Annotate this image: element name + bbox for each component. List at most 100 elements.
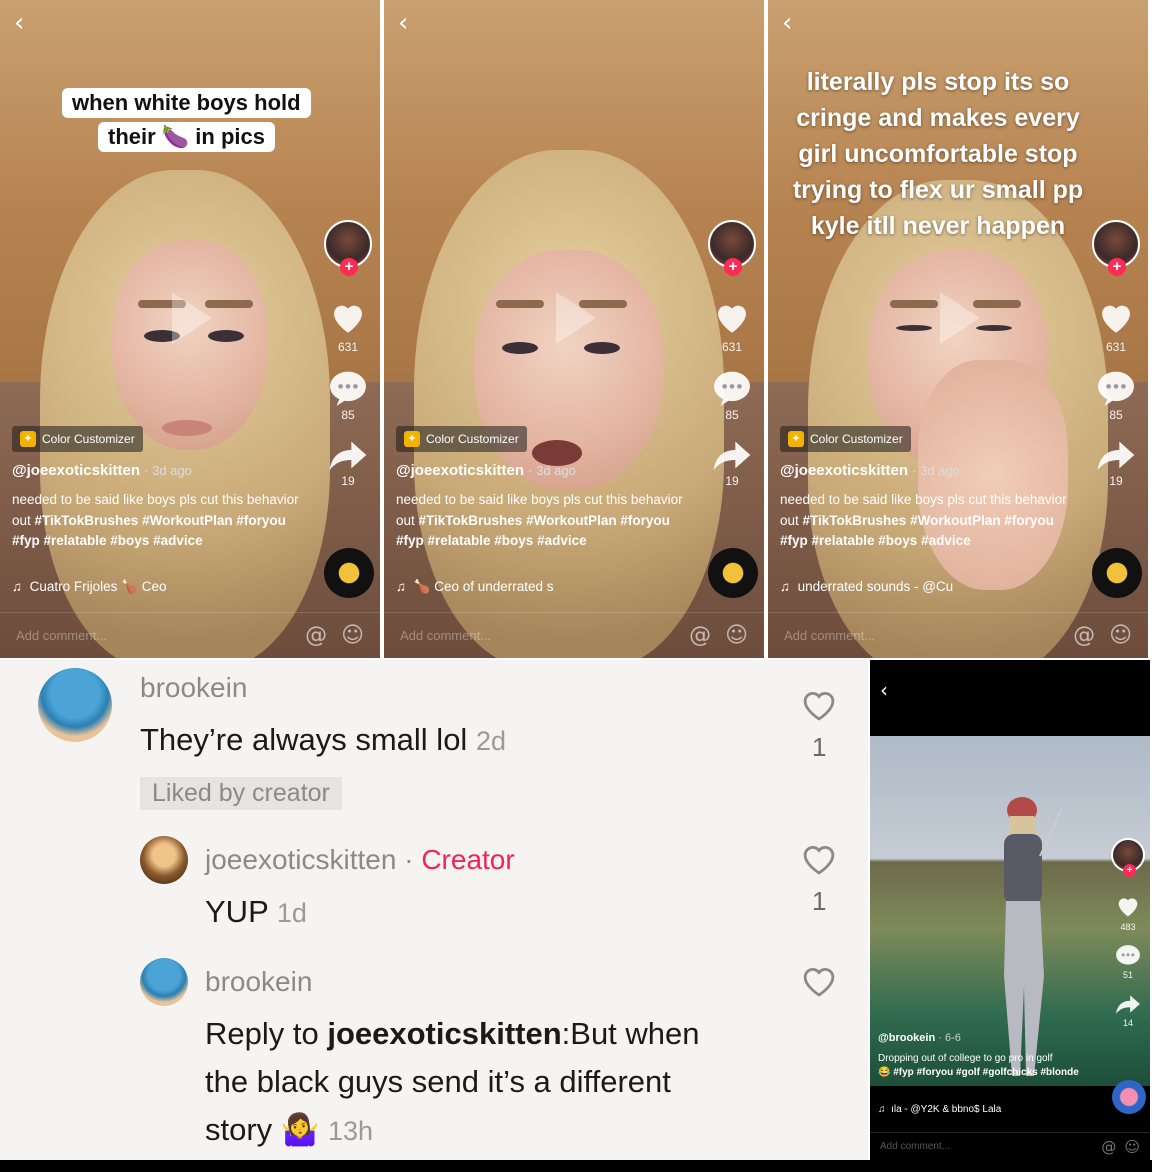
- comment-count: 85: [1109, 408, 1123, 422]
- emoji-icon[interactable]: ☺: [341, 623, 364, 648]
- share-count: 19: [341, 474, 355, 488]
- mention-icon[interactable]: @: [305, 623, 327, 648]
- effect-badge[interactable]: ✦ Color Customizer: [780, 426, 911, 452]
- music-disc[interactable]: [1092, 548, 1142, 598]
- comment-author[interactable]: brookein: [140, 672, 247, 704]
- share-count: 19: [1109, 474, 1123, 488]
- like-count: 631: [721, 340, 743, 354]
- mention-icon[interactable]: @: [1073, 623, 1095, 648]
- follow-plus-icon[interactable]: +: [1123, 864, 1136, 877]
- comment-author[interactable]: brookein: [205, 966, 312, 998]
- effect-badge[interactable]: ✦ Color Customizer: [396, 426, 527, 452]
- username-text[interactable]: @joeexoticskitten: [396, 462, 524, 479]
- music-label[interactable]: ♫ Cuatro Frijoles 🍗 Ceo: [12, 579, 167, 595]
- commenter-avatar[interactable]: [38, 668, 112, 742]
- username-text[interactable]: @brookein: [878, 1032, 935, 1044]
- comment-icon[interactable]: [712, 370, 752, 406]
- description: Dropping out of college to go pro in gol…: [878, 1052, 1108, 1080]
- effect-label: Color Customizer: [426, 432, 519, 446]
- creator-avatar[interactable]: +: [324, 220, 372, 276]
- play-icon[interactable]: [940, 292, 980, 344]
- comment-like-icon[interactable]: [800, 688, 838, 722]
- follow-plus-icon[interactable]: +: [724, 258, 742, 276]
- comment-like-icon[interactable]: [800, 842, 838, 876]
- follow-plus-icon[interactable]: +: [340, 258, 358, 276]
- music-text[interactable]: ıla - @Y2K & bbno$ Lala: [891, 1104, 1001, 1115]
- commenter-avatar[interactable]: [140, 836, 188, 884]
- mention-icon[interactable]: @: [1101, 1138, 1116, 1156]
- hashtags[interactable]: #TikTokBrushes #WorkoutPlan #foryou #fyp…: [780, 513, 1054, 549]
- share-icon[interactable]: [1096, 438, 1136, 472]
- comment-time: 1d: [276, 898, 307, 928]
- heart-icon[interactable]: [1114, 892, 1142, 920]
- comment-input[interactable]: Add comment...: [400, 628, 491, 643]
- play-icon[interactable]: [172, 292, 212, 344]
- comment-bar: Add comment... @ ☺: [768, 612, 1148, 658]
- comment-input[interactable]: Add comment...: [784, 628, 875, 643]
- comment-icon[interactable]: [1096, 370, 1136, 406]
- comment-icon[interactable]: [1115, 944, 1141, 968]
- back-icon[interactable]: ‹: [880, 678, 888, 702]
- video-panel-1[interactable]: ‹ when white boys hold their 🍆 in pics +…: [0, 0, 382, 658]
- username[interactable]: @joeexoticskitten · 3d ago: [12, 462, 192, 479]
- bottom-border: [0, 1160, 1152, 1172]
- effect-label: Color Customizer: [810, 432, 903, 446]
- music-disc[interactable]: [1112, 1080, 1146, 1114]
- comment-icon[interactable]: [328, 370, 368, 406]
- music-disc[interactable]: [324, 548, 374, 598]
- hashtags[interactable]: #TikTokBrushes #WorkoutPlan #foryou #fyp…: [12, 513, 286, 549]
- follow-plus-icon[interactable]: +: [1108, 258, 1126, 276]
- comment-text: They’re always small lol 2d: [140, 716, 506, 765]
- share-icon[interactable]: [1115, 992, 1141, 1016]
- creator-avatar[interactable]: +: [708, 220, 756, 276]
- username[interactable]: @joeexoticskitten · 3d ago: [780, 462, 960, 479]
- username-text[interactable]: @joeexoticskitten: [12, 462, 140, 479]
- music-text[interactable]: Cuatro Frijoles 🍗 Ceo: [30, 579, 167, 594]
- creator-avatar[interactable]: +: [1111, 838, 1145, 877]
- share-icon[interactable]: [712, 438, 752, 472]
- music-text[interactable]: underrated sounds - @Cu: [798, 579, 954, 594]
- creator-avatar[interactable]: +: [1092, 220, 1140, 276]
- music-label[interactable]: ♫ 🍗 Ceo of underrated s: [396, 579, 554, 595]
- emoji-icon[interactable]: ☺: [1124, 1138, 1140, 1156]
- reply-to-user[interactable]: joeexoticskitten: [327, 1016, 561, 1051]
- comment-body: YUP: [205, 894, 269, 929]
- author-name[interactable]: joeexoticskitten: [205, 844, 396, 875]
- heart-icon[interactable]: [1095, 296, 1137, 338]
- video-panel-2[interactable]: ‹ + 631 85 19 ✦ Color Customizer @joeexot…: [384, 0, 766, 658]
- back-icon[interactable]: ‹: [14, 8, 24, 38]
- comment-like-icon[interactable]: [800, 964, 838, 998]
- comment-body-line-2: the black guys send it’s a different: [205, 1064, 671, 1099]
- username[interactable]: @brookein · 6-6: [878, 1032, 961, 1044]
- comment-input[interactable]: Add comment...: [16, 628, 107, 643]
- comment-input[interactable]: Add comment...: [880, 1141, 950, 1152]
- hashtags[interactable]: 😂 #fyp #foryou #golf #golfchicks #blonde: [878, 1067, 1079, 1078]
- hashtags[interactable]: #TikTokBrushes #WorkoutPlan #foryou #fyp…: [396, 513, 670, 549]
- back-icon[interactable]: ‹: [782, 8, 792, 38]
- comment-author[interactable]: joeexoticskitten · Creator: [205, 844, 515, 876]
- effect-badge[interactable]: ✦ Color Customizer: [12, 426, 143, 452]
- emoji-icon[interactable]: ☺: [725, 623, 748, 648]
- effect-label: Color Customizer: [42, 432, 135, 446]
- video-panel-3[interactable]: ‹ literally pls stop its so cringe and m…: [768, 0, 1150, 658]
- heart-icon[interactable]: [327, 296, 369, 338]
- music-text[interactable]: 🍗 Ceo of underrated s: [414, 579, 554, 594]
- username-text[interactable]: @joeexoticskitten: [780, 462, 908, 479]
- mention-icon[interactable]: @: [689, 623, 711, 648]
- music-label[interactable]: ♫ ıla - @Y2K & bbno$ Lala: [878, 1104, 1001, 1115]
- commenter-avatar[interactable]: [140, 958, 188, 1006]
- post-age: · 3d ago: [144, 463, 192, 478]
- heart-icon[interactable]: [711, 296, 753, 338]
- music-disc[interactable]: [708, 548, 758, 598]
- comment-thread: brookein They’re always small lol 2d Lik…: [0, 660, 868, 1160]
- video-panel-golf[interactable]: ‹ + 483 51 14 @brookein · 6-6 Dropping o…: [870, 660, 1150, 1160]
- collage: ‹ when white boys hold their 🍆 in pics +…: [0, 0, 1152, 1172]
- description: needed to be said like boys pls cut this…: [12, 490, 312, 552]
- back-icon[interactable]: ‹: [398, 8, 408, 38]
- effect-icon: ✦: [404, 431, 420, 447]
- play-icon[interactable]: [556, 292, 596, 344]
- share-icon[interactable]: [328, 438, 368, 472]
- music-label[interactable]: ♫ underrated sounds - @Cu: [780, 579, 953, 594]
- emoji-icon[interactable]: ☺: [1109, 623, 1132, 648]
- username[interactable]: @joeexoticskitten · 3d ago: [396, 462, 576, 479]
